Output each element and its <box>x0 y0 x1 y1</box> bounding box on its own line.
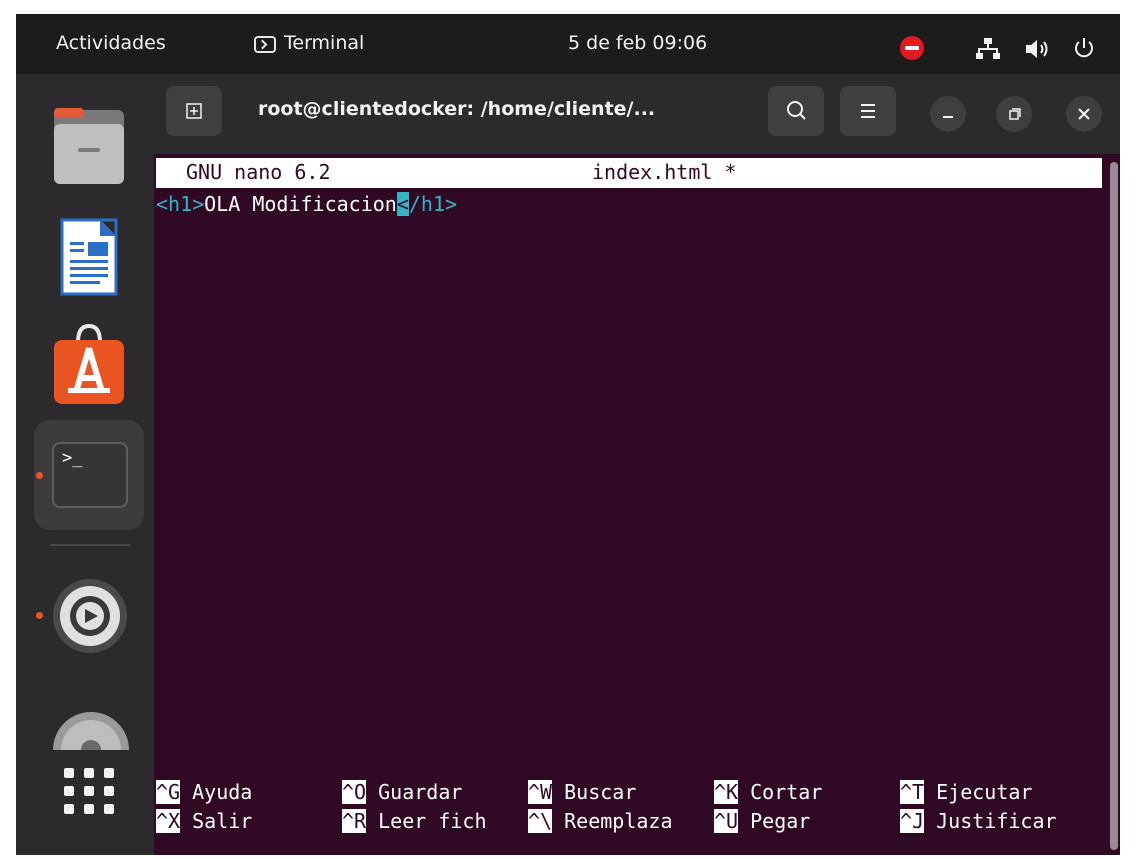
shortcut-label: Leer fich <box>366 809 487 833</box>
search-icon <box>787 101 806 120</box>
restore-icon <box>1009 108 1021 120</box>
shortcut-label: Cortar <box>738 780 823 804</box>
editor-line[interactable]: <h1>OLA Modificacion</h1> <box>156 192 457 216</box>
files-icon[interactable] <box>50 102 128 192</box>
shortcut-label: Salir <box>180 809 253 833</box>
shortcut-key: ^X <box>156 809 181 833</box>
terminal-icon: >_ <box>52 442 128 508</box>
search-button[interactable] <box>768 86 824 136</box>
clock[interactable]: 5 de feb 09:06 <box>568 32 707 54</box>
app-menu-label: Terminal <box>284 32 365 54</box>
shortcut-exit[interactable]: ^X Salir <box>156 809 252 833</box>
shortcut-key: ^R <box>342 809 367 833</box>
nano-filename: index.html * <box>592 160 737 184</box>
show-applications-icon[interactable] <box>60 764 120 824</box>
close-icon <box>1078 108 1090 120</box>
shortcut-label: Ayuda <box>180 780 253 804</box>
settings-icon[interactable] <box>50 576 130 656</box>
shortcut-cut[interactable]: ^K Cortar <box>714 780 822 804</box>
shortcut-key: ^O <box>342 780 367 804</box>
minimize-button[interactable] <box>930 96 966 132</box>
shortcut-key: ^K <box>714 780 739 804</box>
header-bar: root@clientedocker: /home/cliente/... <box>154 74 1120 154</box>
shortcut-label: Justificar <box>924 809 1057 833</box>
dock: >_ <box>16 74 154 855</box>
optical-disc-icon[interactable] <box>52 690 130 750</box>
network-icon[interactable] <box>976 38 1000 60</box>
shortcut-label: Ejecutar <box>924 780 1033 804</box>
terminal-icon <box>254 35 276 53</box>
text-cursor: < <box>396 192 409 216</box>
do-not-disturb-icon[interactable] <box>900 36 924 60</box>
volume-icon[interactable] <box>1024 38 1050 60</box>
shortcut-justify[interactable]: ^J Justificar <box>900 809 1057 833</box>
shortcut-label: Buscar <box>552 780 637 804</box>
maximize-button[interactable] <box>996 96 1032 132</box>
running-indicator <box>36 612 43 619</box>
shortcut-key: ^T <box>900 780 925 804</box>
shortcut-key: ^J <box>900 809 925 833</box>
terminal-window: root@clientedocker: /home/cliente/... GN… <box>154 74 1120 855</box>
app-center-icon[interactable] <box>50 318 128 408</box>
shortcut-replace[interactable]: ^\ Reemplaza <box>528 809 673 833</box>
close-button[interactable] <box>1066 96 1102 132</box>
desktop: Actividades Terminal 5 de feb 09:06 >_ r… <box>16 14 1120 855</box>
minimize-icon <box>943 116 953 118</box>
hamburger-icon <box>861 104 875 118</box>
running-indicator <box>36 472 43 479</box>
shortcut-key: ^U <box>714 809 739 833</box>
new-tab-icon <box>186 103 202 119</box>
top-bar: Actividades Terminal 5 de feb 09:06 <box>16 14 1120 74</box>
power-icon[interactable] <box>1072 36 1096 60</box>
dock-separator <box>50 544 130 546</box>
shortcut-search[interactable]: ^W Buscar <box>528 780 636 804</box>
shortcut-label: Guardar <box>366 780 463 804</box>
close-tag: /h1> <box>408 192 458 216</box>
activities-button[interactable]: Actividades <box>56 32 166 54</box>
terminal-dock-button[interactable]: >_ <box>34 420 144 530</box>
libreoffice-writer-icon[interactable] <box>50 200 128 300</box>
menu-button[interactable] <box>840 86 896 136</box>
app-menu[interactable]: Terminal <box>254 32 364 54</box>
shortcut-paste[interactable]: ^U Pegar <box>714 809 810 833</box>
heading-text: OLA Modificacion <box>204 192 397 216</box>
new-tab-button[interactable] <box>166 86 222 136</box>
shortcut-save[interactable]: ^O Guardar <box>342 780 462 804</box>
nano-version: GNU nano 6.2 <box>186 160 331 184</box>
shortcut-label: Pegar <box>738 809 811 833</box>
shortcut-key: ^\ <box>528 809 553 833</box>
shortcut-execute[interactable]: ^T Ejecutar <box>900 780 1032 804</box>
shortcut-key: ^W <box>528 780 553 804</box>
scrollbar[interactable] <box>1110 162 1118 850</box>
terminal-content[interactable]: GNU nano 6.2 index.html * <h1>OLA Modifi… <box>154 154 1120 855</box>
open-tag: <h1> <box>156 192 205 216</box>
window-title: root@clientedocker: /home/cliente/... <box>258 98 656 120</box>
shortcut-read-file[interactable]: ^R Leer fich <box>342 809 487 833</box>
shortcut-label: Reemplaza <box>552 809 673 833</box>
nano-title-bar: GNU nano 6.2 index.html * <box>156 158 1102 188</box>
shortcut-help[interactable]: ^G Ayuda <box>156 780 252 804</box>
shortcut-key: ^G <box>156 780 181 804</box>
